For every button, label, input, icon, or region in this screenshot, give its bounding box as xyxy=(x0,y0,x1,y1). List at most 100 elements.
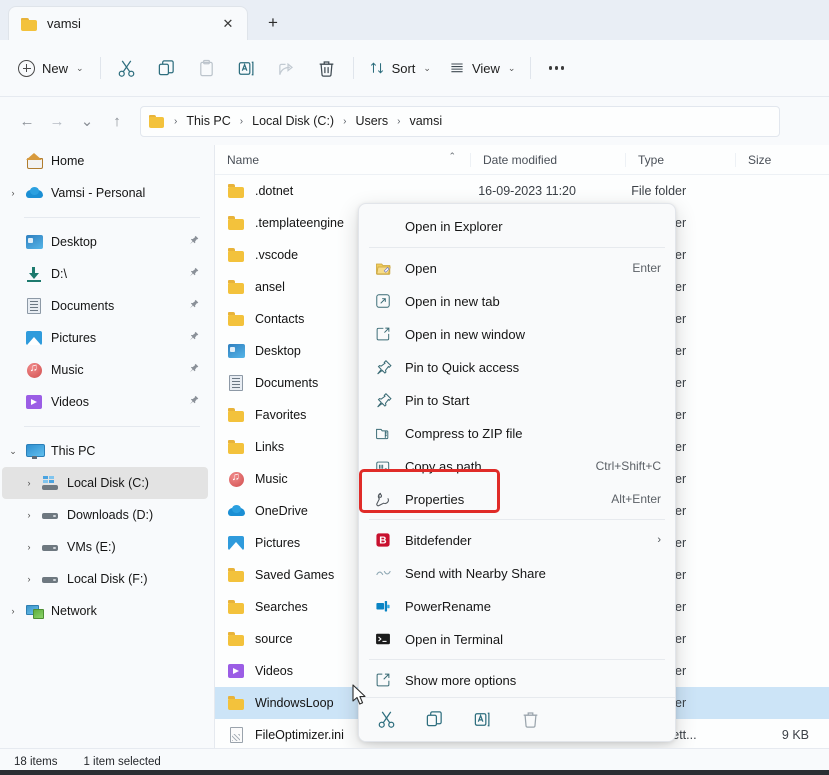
sidebar-item-desktop[interactable]: › Desktop xyxy=(2,226,208,258)
sort-label: Sort xyxy=(391,60,416,76)
folder-icon xyxy=(227,696,245,710)
expander-icon[interactable]: ⌄ xyxy=(2,446,24,457)
context-menu-item-pin-to-start[interactable]: Pin to Start xyxy=(363,384,671,416)
copy-icon[interactable] xyxy=(147,51,187,85)
context-menu-item-properties[interactable]: Properties Alt+Enter xyxy=(363,483,671,515)
desktop-icon xyxy=(227,344,245,358)
recent-locations-button[interactable]: ⌄ xyxy=(72,106,102,136)
expander-icon[interactable]: › xyxy=(2,606,24,616)
new-button[interactable]: New ⌄ xyxy=(10,52,94,84)
sidebar-divider xyxy=(24,217,200,218)
context-menu-item-send-with-nearby-share[interactable]: Send with Nearby Share xyxy=(363,557,671,589)
context-menu-item-compress-to-zip[interactable]: Compress to ZIP file xyxy=(363,417,671,449)
copy-icon[interactable] xyxy=(423,709,445,731)
pin-icon[interactable] xyxy=(188,395,200,410)
context-menu-item-label: Compress to ZIP file xyxy=(405,425,523,441)
cut-icon[interactable] xyxy=(107,51,147,85)
column-header-row: Name ⌃ Date modified Type Size xyxy=(215,145,829,175)
pin-icon[interactable] xyxy=(188,235,200,250)
sidebar-item-label: Home xyxy=(51,154,85,168)
navigation-pane[interactable]: › Home › Vamsi - Personal › Desktop › D:… xyxy=(0,145,214,748)
file-type: File folder xyxy=(631,184,687,198)
column-header-name[interactable]: Name ⌃ xyxy=(215,150,470,167)
context-menu-item-label: Copy as path xyxy=(405,458,482,474)
sidebar-item-pictures[interactable]: › Pictures xyxy=(2,322,208,354)
folder-icon xyxy=(227,408,245,422)
expander-icon[interactable]: › xyxy=(2,188,24,198)
sidebar-item-local-disk-f[interactable]: › Local Disk (F:) xyxy=(2,563,208,595)
share-icon[interactable] xyxy=(267,51,307,85)
sidebar-item-music[interactable]: › Music xyxy=(2,354,208,386)
svg-text:B: B xyxy=(379,536,386,547)
context-menu-item-open-in-terminal[interactable]: Open in Terminal xyxy=(363,623,671,655)
breadcrumb-this-pc[interactable]: This PC xyxy=(183,112,233,130)
context-menu-item-copy-as-path[interactable]: Copy as path Ctrl+Shift+C xyxy=(363,450,671,482)
context-menu-item-accelerator: Ctrl+Shift+C xyxy=(595,459,661,473)
pin-icon[interactable] xyxy=(188,299,200,314)
up-button[interactable]: ↑ xyxy=(102,106,132,136)
context-menu-divider xyxy=(369,519,665,520)
context-menu-item-show-more-options[interactable]: Show more options xyxy=(363,664,671,696)
sidebar-item-home[interactable]: › Home xyxy=(2,145,208,177)
context-menu-item-open-in-new-tab[interactable]: Open in new tab xyxy=(363,285,671,317)
cut-icon[interactable] xyxy=(375,709,397,731)
sort-button[interactable]: Sort ⌄ xyxy=(360,52,440,84)
expander-icon[interactable]: › xyxy=(18,478,40,488)
context-menu-item-open-in-explorer[interactable]: Open in Explorer xyxy=(363,209,671,243)
close-icon[interactable]: ✕ xyxy=(217,13,239,35)
sidebar-item-documents[interactable]: › Documents xyxy=(2,290,208,322)
home-icon xyxy=(24,153,44,169)
context-menu-item-open-in-new-window[interactable]: Open in new window xyxy=(363,318,671,350)
sidebar-item-downloads-d[interactable]: › Downloads (D:) xyxy=(2,499,208,531)
address-bar[interactable]: › This PC › Local Disk (C:) › Users › va… xyxy=(140,105,780,137)
context-menu-item-accelerator: Enter xyxy=(632,261,661,275)
hard-drive-icon xyxy=(40,541,60,553)
delete-icon[interactable] xyxy=(519,709,541,731)
expander-icon[interactable]: › xyxy=(18,510,40,520)
delete-icon[interactable] xyxy=(307,51,347,85)
context-menu-item-open[interactable]: Open Enter xyxy=(363,252,671,284)
sort-ascending-icon: ⌃ xyxy=(448,150,456,161)
pin-icon[interactable] xyxy=(188,267,200,282)
view-label: View xyxy=(471,60,500,76)
breadcrumb-local-disk-c[interactable]: Local Disk (C:) xyxy=(249,112,337,130)
sidebar-item-vamsi-personal[interactable]: › Vamsi - Personal xyxy=(2,177,208,209)
folder-icon xyxy=(227,248,245,262)
rename-icon[interactable] xyxy=(227,51,267,85)
rename-icon[interactable] xyxy=(471,709,493,731)
forward-button[interactable]: → xyxy=(42,106,72,136)
column-header-date-modified[interactable]: Date modified xyxy=(470,152,625,167)
breadcrumb-vamsi[interactable]: vamsi xyxy=(406,112,445,130)
paste-icon[interactable] xyxy=(187,51,227,85)
this-pc-icon xyxy=(24,443,45,459)
sidebar-item-network[interactable]: › Network xyxy=(2,595,208,627)
context-menu-item-powerrename[interactable]: PowerRename xyxy=(363,590,671,622)
sidebar-item-local-disk-c[interactable]: › Local Disk (C:) xyxy=(2,467,208,499)
sidebar-item-this-pc[interactable]: ⌄ This PC xyxy=(2,435,208,467)
pin-icon[interactable] xyxy=(188,331,200,346)
see-more-button[interactable] xyxy=(537,52,575,84)
sidebar-item-videos[interactable]: › Videos xyxy=(2,386,208,418)
command-bar: New ⌄ Sort ⌄ View ⌄ xyxy=(0,40,829,97)
view-button[interactable]: View ⌄ xyxy=(440,52,525,84)
tab-vamsi[interactable]: vamsi ✕ xyxy=(8,6,248,40)
context-menu-item-bitdefender[interactable]: B Bitdefender › xyxy=(363,524,671,556)
sidebar-item-label: Vamsi - Personal xyxy=(51,186,146,200)
new-tab-button[interactable]: + xyxy=(256,8,290,38)
back-button[interactable]: ← xyxy=(12,106,42,136)
sidebar-item-label: Music xyxy=(51,363,84,377)
expander-icon[interactable]: › xyxy=(18,542,40,552)
sidebar-item-vms-e[interactable]: › VMs (E:) xyxy=(2,531,208,563)
context-menu-item-pin-to-quick-access[interactable]: Pin to Quick access xyxy=(363,351,671,383)
breadcrumb-users[interactable]: Users xyxy=(352,112,391,130)
column-header-size[interactable]: Size xyxy=(735,152,825,167)
expander-icon[interactable]: › xyxy=(18,574,40,584)
address-bar-row: ← → ⌄ ↑ › This PC › Local Disk (C:) › Us… xyxy=(0,97,829,145)
folder-icon xyxy=(227,632,245,646)
pin-icon[interactable] xyxy=(188,363,200,378)
mouse-cursor xyxy=(352,684,370,708)
sidebar-item-d-drive[interactable]: › D:\ xyxy=(2,258,208,290)
column-header-type[interactable]: Type xyxy=(625,152,735,167)
sidebar-item-label: Desktop xyxy=(51,235,97,249)
context-menu[interactable]: Open in Explorer Open Enter Open in new … xyxy=(358,203,676,742)
